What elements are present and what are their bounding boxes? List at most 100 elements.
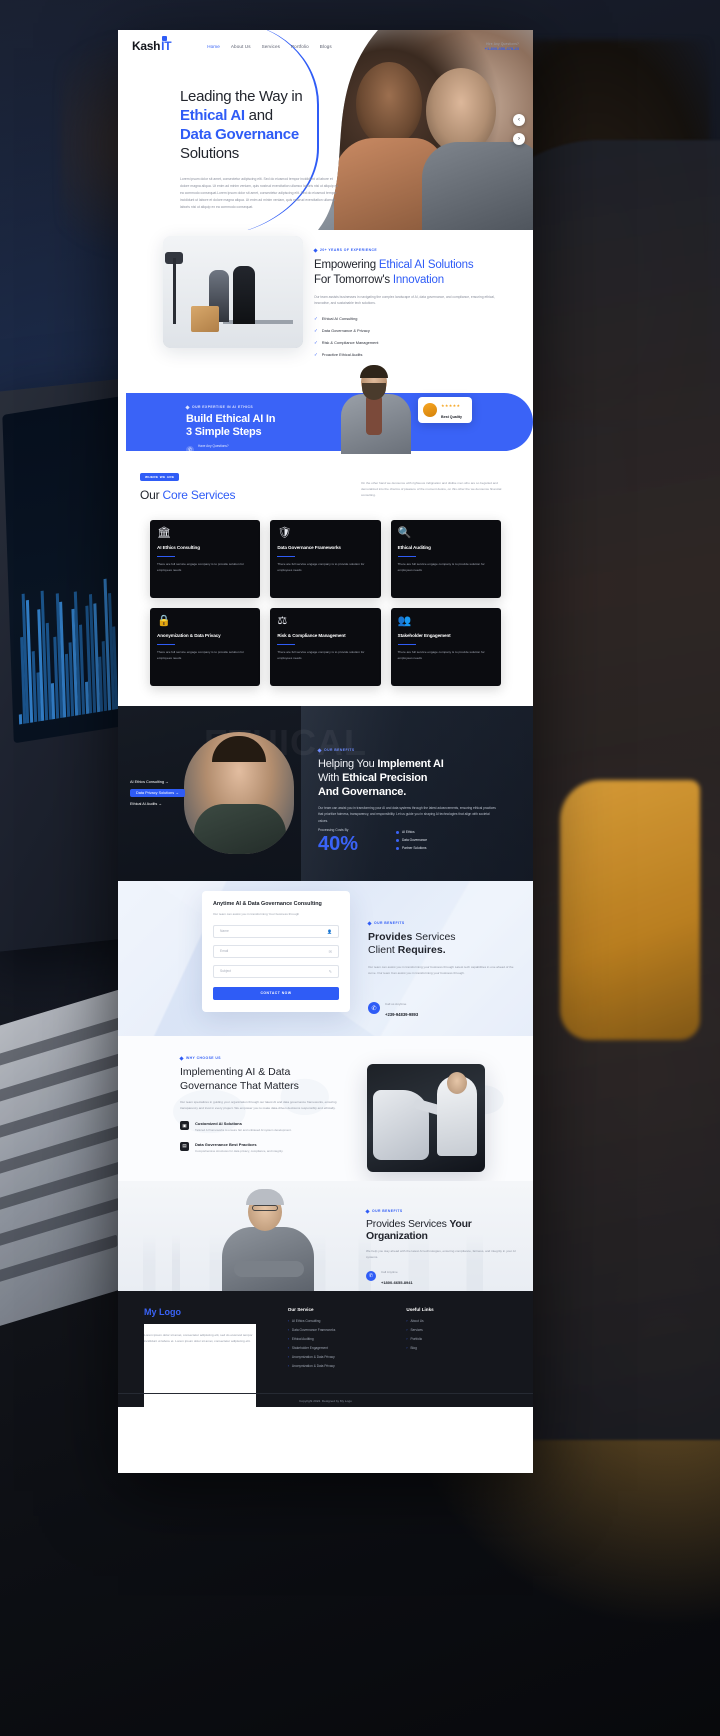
- footer-logo[interactable]: My Logo: [144, 1307, 270, 1317]
- diamond-icon: [317, 747, 322, 753]
- backdrop-yellow-object: [560, 780, 700, 1040]
- services-description: On the other hand we denounce with right…: [361, 481, 502, 498]
- logo-text: Kash: [132, 39, 161, 53]
- footer-link-item[interactable]: › Blog: [406, 1346, 507, 1350]
- contact-form-card: Anytime AI & Data Governance Consulting …: [202, 891, 350, 1012]
- about-check-4: ✓ Proactive Ethical Audits: [314, 351, 363, 358]
- subject-field[interactable]: Subject ✎: [213, 964, 339, 978]
- hero-paragraph: Lorem ipsum dolor sit amet, consectetur …: [180, 176, 339, 210]
- service-card-body: There are full service engage company is…: [157, 561, 245, 572]
- benefits-eyebrow-text: OUR BENEFITS: [324, 748, 355, 752]
- contact-now-button[interactable]: CONTACT NOW: [213, 986, 339, 1000]
- bank-icon: 🏛: [157, 527, 171, 539]
- contact-call[interactable]: ✆ Call us Anytime +239-94839-9893: [368, 997, 418, 1019]
- cta-title-line2: 3 Simple Steps: [186, 425, 262, 438]
- service-card[interactable]: ⚖ Risk & Compliance Management There are…: [270, 608, 381, 686]
- hero-title: Leading the Way in Ethical AI and Data G…: [180, 88, 360, 164]
- logo-it-mark: IT: [161, 36, 172, 53]
- diamond-icon: [185, 404, 190, 410]
- benefits-tag-active[interactable]: Data Privacy Solutions →: [130, 789, 186, 797]
- service-card[interactable]: 🏛 AI Ethics Consulting There are full se…: [150, 520, 261, 598]
- hero-photo-body-b: [422, 142, 533, 234]
- why-copy: WHY CHOOSE US Implementing AI & Data Gov…: [179, 1055, 352, 1154]
- organization-section: OUR BENEFITS Provides Services Your Orga…: [118, 1181, 533, 1291]
- footer-service-item[interactable]: › AI Ethics Consulting: [288, 1319, 389, 1323]
- cta-phone-label: Have Any Questions?: [198, 444, 229, 448]
- org-call[interactable]: ✆ Call Anytime +1800-6655-8941: [366, 1265, 413, 1287]
- why-feature-body: Tailored AI frameworks to ensure fair an…: [195, 1128, 292, 1133]
- footer-link-item[interactable]: › Portfolio: [406, 1337, 507, 1341]
- services-title-plain: Our: [140, 488, 163, 502]
- footer-service-item[interactable]: › Stakeholder Engagement: [288, 1346, 389, 1350]
- nav-item-blogs[interactable]: Blogs: [320, 44, 332, 49]
- diamond-icon: [367, 920, 372, 926]
- quality-badge: ★★★★★ Best Quality: [418, 397, 472, 423]
- nav-item-services[interactable]: Services: [262, 44, 280, 49]
- nav-item-about-us[interactable]: About Us: [231, 44, 251, 49]
- benefits-tag[interactable]: Ethical AI Audits →: [130, 802, 185, 806]
- chevron-right-icon: ›: [406, 1346, 408, 1350]
- benefits-portrait: [184, 732, 294, 854]
- service-card[interactable]: 🔍 Ethical Auditing There are full servic…: [390, 520, 501, 598]
- footer-link-item[interactable]: › Services: [406, 1328, 507, 1332]
- portrait-torso: [194, 804, 286, 854]
- org-call-label: Call Anytime: [381, 1270, 398, 1274]
- subject-field-placeholder: Subject: [220, 969, 231, 974]
- legend-item: Data Governance: [396, 838, 427, 842]
- about-paragraph: Our team assists businesses in navigatin…: [314, 294, 495, 306]
- org-person-hair: [246, 1189, 284, 1205]
- legend-dot-icon: [396, 830, 399, 834]
- service-card[interactable]: 👥 Stakeholder Engagement There are full …: [390, 608, 501, 686]
- cta-title: Build Ethical AI In 3 Simple Steps: [186, 413, 276, 439]
- benefits-tag-list: AI Ethics Consulting → Data Privacy Solu…: [130, 780, 186, 806]
- service-card[interactable]: 🛡 Data Governance Frameworks There are f…: [270, 520, 381, 598]
- legend-item: Partner Solutions: [396, 846, 427, 850]
- footer-copyright: Copyright 2024. Designed by My Logo: [118, 1393, 533, 1407]
- hero-title-mid: and: [244, 106, 273, 124]
- benefits-tag[interactable]: AI Ethics Consulting →: [130, 780, 185, 784]
- why-eyebrow-text: WHY CHOOSE US: [186, 1056, 221, 1060]
- hero-next-button[interactable]: ›: [513, 133, 525, 145]
- email-field[interactable]: Email ✉: [213, 944, 339, 958]
- why-photo-scientist-head: [447, 1072, 467, 1094]
- about-check-2: ✓ Data Governance & Privacy: [314, 327, 370, 334]
- footer-link-item[interactable]: › About Us: [406, 1319, 507, 1323]
- nav-item-home[interactable]: Home: [207, 44, 220, 49]
- service-card-body: There are full service engage company is…: [277, 561, 365, 572]
- header-contact-phone[interactable]: +1-800-456-478-23: [485, 46, 519, 51]
- about-copy: 20+ YEARS OF EXPERIENCE Empowering Ethic…: [313, 247, 510, 358]
- why-feature-list: ▣ Customized AI Solutions Tailored AI fr…: [180, 1121, 352, 1153]
- footer-service-item[interactable]: › Anonymization & Data Privacy: [288, 1355, 389, 1359]
- footer-service-item[interactable]: › Data Governance Frameworks: [288, 1328, 389, 1332]
- why-feature-item: ▤ Data Governance Best Practices Compreh…: [180, 1141, 352, 1154]
- about-checklist: ✓ Ethical AI Consulting ✓ Data Governance …: [314, 316, 510, 358]
- chevron-right-icon: ›: [287, 1355, 289, 1359]
- about-title-accent2: Innovation: [392, 273, 444, 286]
- org-call-number: +1800-6655-8941: [381, 1280, 413, 1285]
- why-title-line2: Governance That Matters: [180, 1079, 299, 1092]
- services-title: Our Core Services: [140, 488, 325, 502]
- hero-prev-button[interactable]: ‹: [513, 114, 525, 126]
- divider: [397, 555, 416, 557]
- name-field[interactable]: Name 👤: [213, 924, 339, 938]
- service-card[interactable]: 🔒 Anonymization & Data Privacy There are…: [150, 608, 261, 686]
- service-card-body: There are full service engage company is…: [397, 561, 485, 572]
- contact-title: Provides Services Client Requires.: [368, 931, 520, 958]
- contact-title-line2-bold: Requires.: [397, 944, 446, 957]
- footer-service-item[interactable]: › Anonymization & Data Privacy: [288, 1364, 389, 1368]
- metric-value: 40%: [318, 833, 359, 855]
- hero-title-accent1: Ethical AI: [180, 106, 245, 124]
- service-card-body: There are full service engage company is…: [277, 649, 365, 660]
- divider: [397, 643, 416, 645]
- site-logo[interactable]: Kash IT: [132, 36, 172, 53]
- benefits-metric: Processing Costs By 40%: [318, 828, 358, 855]
- medal-icon: [423, 403, 437, 417]
- chevron-right-icon: ›: [406, 1328, 408, 1332]
- header-contact-label: Hire Any Questions?: [486, 41, 519, 46]
- footer-service-item[interactable]: › Ethical Auditing: [288, 1337, 389, 1341]
- contact-call-label: Call us Anytime: [385, 1002, 407, 1006]
- chevron-right-icon: ›: [406, 1337, 408, 1341]
- cta-title-line1: Build Ethical AI In: [186, 413, 276, 425]
- nav-item-portfolio[interactable]: Portfolio: [291, 44, 309, 49]
- org-title-plain: Provides Services: [366, 1218, 450, 1230]
